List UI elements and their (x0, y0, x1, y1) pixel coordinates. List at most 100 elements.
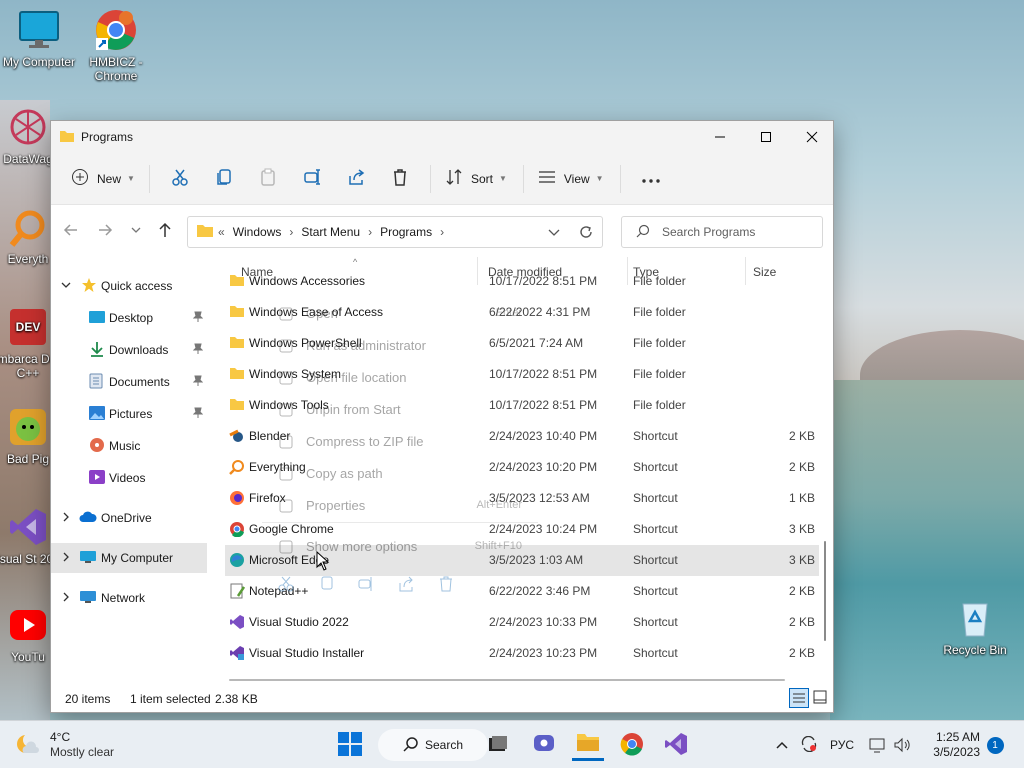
nav-item-music[interactable]: Music (51, 431, 211, 461)
chrome-icon (229, 521, 245, 540)
mouse-cursor (316, 550, 330, 574)
cut-button[interactable] (164, 163, 196, 195)
more-button[interactable] (635, 163, 667, 195)
nav-item-documents[interactable]: Documents (51, 367, 211, 397)
context-quick-actions (276, 572, 526, 596)
search-box[interactable]: Search Programs (621, 216, 823, 248)
refresh-icon[interactable] (578, 224, 594, 243)
clock-time: 1:25 AM (935, 730, 980, 744)
file-size: 2 KB (788, 460, 815, 474)
breadcrumb-item[interactable]: Start Menu (301, 225, 360, 239)
rename-icon[interactable] (358, 576, 374, 595)
forward-arrow-icon[interactable] (97, 222, 113, 241)
desktop-icon-label: HMBICZ - Chrome (89, 55, 143, 83)
chevron-right-icon: › (289, 225, 294, 239)
breadcrumb-item[interactable]: Programs (380, 225, 432, 239)
folder-icon (278, 370, 294, 386)
maximize-button[interactable] (743, 121, 789, 153)
desktop-icon-label: My Computer (2, 55, 76, 69)
task-view-button[interactable] (482, 729, 514, 761)
scissors-icon[interactable] (278, 576, 294, 595)
paste-button[interactable] (252, 163, 284, 195)
details-view-icon[interactable] (789, 688, 809, 708)
tray-app-icon[interactable] (798, 729, 820, 761)
context-menu-item[interactable]: Unpin from Start (262, 394, 538, 426)
up-arrow-icon[interactable] (157, 222, 173, 241)
chevron-down-icon[interactable] (548, 227, 560, 241)
nav-item-desktop[interactable]: Desktop (51, 303, 211, 333)
notification-badge[interactable]: 1 (986, 729, 1004, 761)
breadcrumb-overflow[interactable]: « (218, 225, 225, 239)
view-button[interactable]: View ▼ (532, 163, 610, 195)
desktop-icon-chrome[interactable]: HMBICZ - Chrome (74, 8, 158, 83)
weather-widget[interactable]: 4°C Mostly clear (14, 729, 124, 761)
chrome-taskbar-button[interactable] (616, 729, 648, 761)
taskbar-search[interactable]: Search (378, 729, 488, 761)
rename-button[interactable] (296, 163, 328, 195)
nav-my-computer[interactable]: My Computer (51, 543, 207, 573)
context-menu-item[interactable]: Show more options Shift+F10 (262, 531, 538, 563)
vertical-scrollbar[interactable] (823, 389, 827, 671)
context-menu-item[interactable]: Run as administrator (262, 330, 538, 362)
context-menu-item[interactable]: Copy as path (262, 458, 538, 490)
file-name: Visual Studio 2022 (249, 615, 349, 629)
documents-icon (89, 373, 103, 392)
breadcrumb-item[interactable]: Windows (233, 225, 282, 239)
copy-button[interactable] (208, 163, 240, 195)
back-arrow-icon[interactable] (63, 222, 79, 241)
chat-button[interactable] (528, 729, 560, 761)
sort-button[interactable]: Sort ▼ (439, 163, 513, 195)
visualstudio-taskbar-button[interactable] (660, 729, 692, 761)
file-type: Shortcut (633, 584, 678, 598)
item-count: 20 items (65, 692, 111, 706)
language-indicator[interactable]: РУС (826, 729, 858, 761)
chevron-down-icon[interactable] (131, 224, 141, 238)
vsinstaller-icon (229, 645, 245, 664)
desktop-icon-recycle-bin[interactable]: Recycle Bin (933, 596, 1017, 657)
table-row[interactable]: Visual Studio 2022 2/24/2023 10:33 PM Shor… (225, 607, 819, 638)
show-hidden-icons-button[interactable] (772, 729, 792, 761)
table-row[interactable]: Visual Studio Installer 2/24/2023 10:23 P… (225, 638, 819, 669)
start-button[interactable] (334, 729, 366, 761)
delete-button[interactable] (384, 163, 416, 195)
notification-count: 1 (986, 736, 1004, 754)
nav-network[interactable]: Network (51, 583, 211, 613)
trash-icon[interactable] (438, 576, 454, 595)
nav-item-videos[interactable]: Videos (51, 463, 211, 493)
context-menu-item[interactable]: Open file location (262, 362, 538, 394)
nav-label: Downloads (109, 343, 169, 357)
new-button[interactable]: New ▼ (65, 163, 141, 195)
address-bar[interactable]: « Windows › Start Menu › Programs › (187, 216, 603, 248)
share-button[interactable] (340, 163, 372, 195)
tiles-view-icon[interactable] (813, 690, 827, 707)
nav-item-downloads[interactable]: Downloads (51, 335, 211, 365)
view-label: View (563, 171, 590, 186)
context-menu-item[interactable]: Compress to ZIP file (262, 426, 538, 458)
everything-icon (229, 459, 245, 478)
copy-icon[interactable] (318, 576, 334, 595)
nav-label: Pictures (109, 407, 153, 421)
scrollbar-thumb[interactable] (824, 541, 826, 641)
horizontal-scrollbar[interactable] (229, 679, 785, 681)
nav-item-pictures[interactable]: Pictures (51, 399, 211, 429)
nav-label: Music (109, 439, 141, 453)
desktop-icon-my-computer[interactable]: My Computer (0, 8, 81, 69)
unpin-icon (278, 402, 294, 418)
context-menu-item[interactable]: Properties Alt+Enter (262, 490, 538, 522)
volume-icon[interactable] (892, 729, 914, 761)
explorer-taskbar-button[interactable] (572, 729, 604, 761)
context-menu-label: Unpin from Start (306, 402, 401, 417)
context-menu-item[interactable]: Open Enter (262, 298, 538, 330)
nav-quick-access[interactable]: Quick access (51, 271, 211, 301)
share-icon[interactable] (398, 576, 414, 595)
file-type: File folder (633, 274, 686, 288)
clock[interactable]: 1:25 AM 3/5/2023 (924, 729, 980, 761)
windows-logo-icon (338, 731, 362, 759)
table-row[interactable]: Windows Accessories 10/17/2022 8:51 PM Fil… (225, 266, 819, 297)
file-size: 1 KB (788, 491, 815, 505)
context-menu-label: Open (306, 306, 338, 321)
close-button[interactable] (789, 121, 835, 153)
network-tray-icon[interactable] (866, 729, 890, 761)
minimize-button[interactable] (697, 121, 743, 153)
nav-onedrive[interactable]: OneDrive (51, 503, 211, 533)
